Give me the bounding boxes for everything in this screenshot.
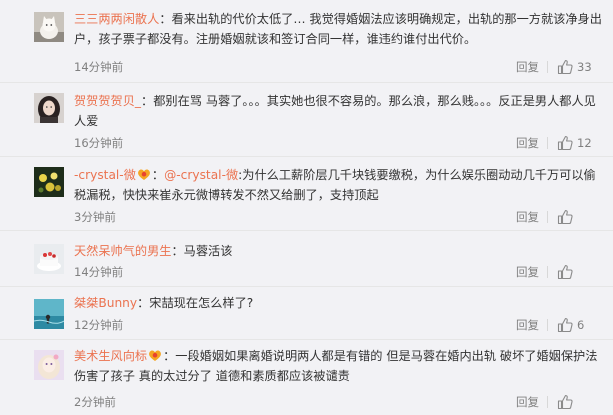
reply-button[interactable]: 回复	[516, 317, 539, 333]
cat-avatar[interactable]	[34, 12, 64, 42]
anime-girl-avatar[interactable]	[34, 350, 64, 380]
cake-avatar[interactable]	[34, 244, 64, 274]
like-button[interactable]: 33	[557, 58, 592, 76]
like-count: 12	[577, 136, 592, 150]
comment-body: -crystal-微 ：@-crystal-微:为什么工薪阶层几千块钱要缴税，为什…	[74, 165, 602, 205]
thumbs-up-icon	[557, 264, 573, 280]
reply-button[interactable]: 回复	[516, 209, 539, 225]
like-button[interactable]	[557, 393, 577, 411]
comment-username[interactable]: -crystal-微	[74, 168, 136, 182]
reply-button[interactable]: 回复	[516, 59, 539, 75]
ocean-avatar[interactable]	[34, 299, 64, 329]
comment-username[interactable]: 桀桀Bunny	[74, 296, 137, 310]
comment-time: 16分钟前	[74, 136, 124, 150]
comment-item: -crystal-微 ：@-crystal-微:为什么工薪阶层几千块钱要缴税，为什…	[0, 157, 613, 231]
like-button[interactable]: 6	[557, 316, 584, 334]
comment-text: ：宋喆现在怎么样了?	[137, 296, 254, 310]
comment-username[interactable]: 美术生风向标	[74, 349, 147, 363]
comment-time: 12分钟前	[74, 318, 124, 332]
like-button[interactable]	[557, 263, 577, 281]
reply-button[interactable]: 回复	[516, 135, 539, 151]
thumbs-up-icon	[557, 209, 573, 225]
comment-time: 14分钟前	[74, 60, 124, 74]
comment-body: 美术生风向标 ：一段婚姻如果离婚说明两人都是有错的 但是马蓉在婚内出轨 破坏了婚姻…	[74, 346, 602, 386]
girl-portrait-avatar[interactable]	[34, 93, 64, 123]
action-divider	[547, 266, 548, 278]
like-button[interactable]	[557, 208, 577, 226]
thumbs-up-icon	[557, 135, 573, 151]
like-count: 6	[577, 318, 585, 332]
reply-button[interactable]: 回复	[516, 264, 539, 280]
comment-time: 14分钟前	[74, 265, 124, 279]
comment-item: 美术生风向标 ：一段婚姻如果离婚说明两人都是有错的 但是马蓉在婚内出轨 破坏了婚姻…	[0, 340, 613, 415]
action-divider	[547, 396, 548, 408]
action-divider	[547, 211, 548, 223]
comment-text: ：马蓉活该	[171, 244, 233, 258]
action-divider	[547, 61, 548, 73]
comment-list: 三三两两闲散人：看来出轨的代价太低了… 我觉得婚姻法应该明确规定，出轨的那一方就…	[0, 0, 613, 415]
fan-badge-icon	[148, 349, 162, 362]
reply-button[interactable]: 回复	[516, 394, 539, 410]
mention-link[interactable]: @-crystal-微	[164, 168, 238, 182]
comment-time: 3分钟前	[74, 210, 116, 224]
action-divider	[547, 137, 548, 149]
comment-item: 桀桀Bunny：宋喆现在怎么样了? 12分钟前 回复 6	[0, 287, 613, 340]
comment-body: 三三两两闲散人：看来出轨的代价太低了… 我觉得婚姻法应该明确规定，出轨的那一方就…	[74, 9, 602, 49]
comment-username[interactable]: 贺贺贺贺贝_	[74, 94, 141, 108]
flowers-avatar[interactable]	[34, 167, 64, 197]
comment-body: 桀桀Bunny：宋喆现在怎么样了?	[74, 293, 602, 313]
comment-time: 2分钟前	[74, 395, 116, 409]
comment-text: ：都别在骂 马蓉了。。。其实她也很不容易的。那么浪，那么贱。。。反正是男人都人见…	[74, 94, 596, 128]
comment-body: 贺贺贺贺贝_：都别在骂 马蓉了。。。其实她也很不容易的。那么浪，那么贱。。。反正…	[74, 91, 602, 131]
colon-separator: ：	[151, 168, 165, 182]
like-button[interactable]: 12	[557, 134, 592, 152]
comment-username[interactable]: 三三两两闲散人	[74, 12, 159, 26]
thumbs-up-icon	[557, 317, 573, 333]
comment-username[interactable]: 天然呆帅气的男生	[74, 244, 172, 258]
thumbs-up-icon	[557, 394, 573, 410]
comment-item: 天然呆帅气的男生：马蓉活该 14分钟前 回复	[0, 231, 613, 287]
action-divider	[547, 319, 548, 331]
comment-body: 天然呆帅气的男生：马蓉活该	[74, 241, 602, 261]
like-count: 33	[577, 60, 592, 74]
fan-badge-icon	[137, 168, 151, 181]
comment-item: 三三两两闲散人：看来出轨的代价太低了… 我觉得婚姻法应该明确规定，出轨的那一方就…	[0, 0, 613, 83]
thumbs-up-icon	[557, 59, 573, 75]
comment-item: 贺贺贺贺贝_：都别在骂 马蓉了。。。其实她也很不容易的。那么浪，那么贱。。。反正…	[0, 83, 613, 157]
